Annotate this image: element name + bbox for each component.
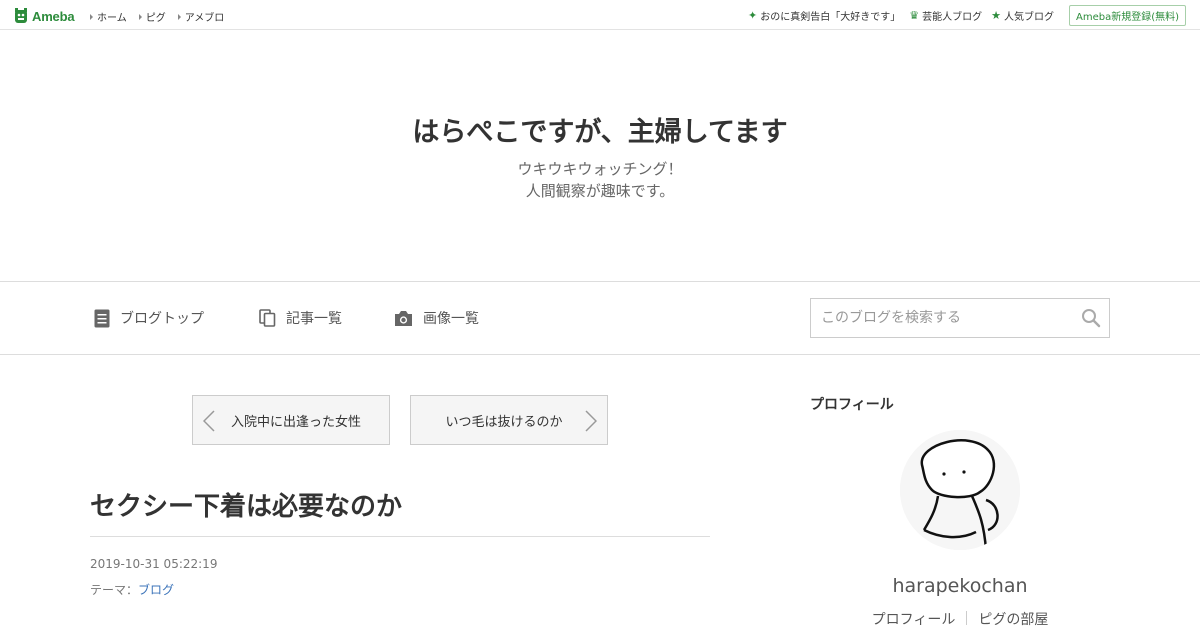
blog-description: ウキウキウォッチング！ 人間観察が趣味です。 [0,158,1200,202]
copy-icon [259,309,276,327]
popular-blog-label: 人気ブログ [1003,12,1054,23]
chevron-right-icon [585,410,597,432]
blog-search [810,298,1110,338]
global-header: Ameba ホーム ピグ アメブロ ✦ おのに真剣告白「大好きです」 ♛ 芸能人… [0,0,1200,30]
chevron-left-icon [203,410,215,432]
document-icon [94,309,110,327]
star-icon: ★ [991,9,1001,22]
blog-description-line2: 人間観察が趣味です。 [525,182,675,200]
theme-link[interactable]: ブログ [138,583,174,597]
profile-heading: プロフィール [810,397,894,413]
avatar-drawing [900,430,1020,550]
nav-blog-top[interactable]: ブログトップ [94,308,204,328]
global-nav-home[interactable]: ホーム [90,9,127,24]
search-icon[interactable] [1081,308,1101,328]
signup-button[interactable]: Ameba新規登録(無料) [1068,5,1186,26]
article-date: 2019-10-31 05:22:19 [90,557,218,571]
blog-description-line1: ウキウキウォッチング！ [517,160,683,178]
nav-entry-list[interactable]: 記事一覧 [259,308,342,328]
ameba-logo[interactable]: Ameba [13,7,75,25]
next-entry-label: いつ毛は抜けるのか [445,414,563,430]
featured-link-label: おのに真剣告白「大好きです」 [760,12,901,23]
theme-prefix: テーマ： [90,583,139,597]
search-input[interactable] [811,299,1071,337]
global-links: ✦ おのに真剣告白「大好きです」 ♛ 芸能人ブログ ★ 人気ブログ Ameba新… [748,5,1186,26]
celebrity-blog-label: 芸能人ブログ [922,12,983,23]
profile-links-separator [966,611,968,625]
article-theme: テーマ：ブログ [90,581,174,598]
prev-entry-label: 入院中に出逢った女性 [230,414,361,430]
nav-entry-list-label: 記事一覧 [286,311,342,327]
next-entry-link[interactable]: いつ毛は抜けるのか [410,395,608,445]
blog-title[interactable]: はらぺこですが、主婦してます [0,110,1200,149]
logo-text: Ameba [32,8,75,24]
ameba-mark-icon [15,8,27,23]
avatar[interactable] [900,430,1020,550]
profile-link[interactable]: プロフィール [872,609,956,629]
nav-blog-top-label: ブログトップ [120,311,204,327]
article-title[interactable]: セクシー下着は必要なのか [90,486,402,523]
global-nav: ホーム ピグ アメブロ [90,9,224,24]
title-divider [90,536,710,537]
nav-image-list[interactable]: 画像一覧 [394,308,479,328]
sparkle-icon: ✦ [748,9,758,22]
nav-image-list-label: 画像一覧 [423,311,479,327]
pigg-room-link[interactable]: ピグの部屋 [978,609,1048,629]
global-nav-ameblo[interactable]: アメブロ [178,9,225,24]
global-nav-pigg[interactable]: ピグ [139,9,166,24]
prev-entry-link[interactable]: 入院中に出逢った女性 [192,395,390,445]
crown-icon: ♛ [909,9,920,22]
profile-links: プロフィール ピグの部屋 [810,609,1110,629]
profile-username[interactable]: harapekochan [810,575,1110,597]
popular-blog-link[interactable]: ★ 人気ブログ [991,8,1054,23]
blog-nav: ブログトップ 記事一覧 画像一覧 [0,281,1200,355]
camera-icon [395,310,412,326]
celebrity-blog-link[interactable]: ♛ 芸能人ブログ [909,8,982,23]
featured-link[interactable]: ✦ おのに真剣告白「大好きです」 [748,8,900,23]
